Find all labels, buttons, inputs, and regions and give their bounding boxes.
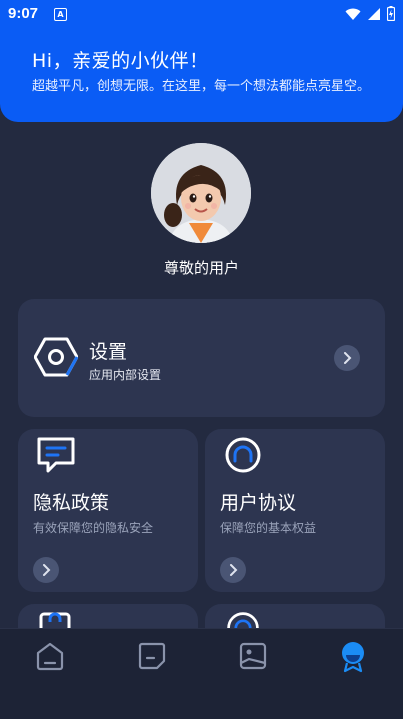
settings-subtitle: 应用内部设置: [89, 368, 162, 382]
nav-gallery[interactable]: [238, 641, 268, 671]
system-icons: [345, 6, 395, 21]
battery-icon: [387, 6, 395, 21]
wifi-icon: [345, 8, 361, 20]
chevron-right-icon: [230, 564, 238, 576]
nav-home[interactable]: [35, 641, 65, 671]
signal-icon: [368, 7, 380, 20]
note-icon: [138, 642, 166, 670]
user-agreement-subtitle: 保障您的基本权益: [220, 521, 317, 535]
privacy-policy-title: 隐私政策: [33, 492, 110, 514]
gallery-icon: [239, 642, 267, 670]
status-time: 9:07: [8, 5, 39, 22]
user-agreement-title: 用户协议: [220, 492, 297, 514]
settings-hexagon-icon: [34, 337, 78, 377]
message-icon: [37, 437, 75, 473]
avatar[interactable]: [151, 143, 251, 243]
nav-note[interactable]: [137, 641, 167, 671]
privacy-policy-card[interactable]: 隐私政策 有效保障您的隐私安全: [18, 429, 198, 592]
bottom-nav: [0, 628, 403, 719]
settings-chevron-button[interactable]: [334, 345, 360, 371]
notification-icon: A: [54, 8, 67, 21]
chevron-right-icon: [344, 352, 352, 364]
headset-icon: [225, 437, 261, 473]
privacy-policy-chevron-button[interactable]: [33, 557, 59, 583]
user-agreement-card[interactable]: 用户协议 保障您的基本权益: [205, 429, 385, 592]
username: 尊敬的用户: [163, 259, 239, 277]
user-agreement-chevron-button[interactable]: [220, 557, 246, 583]
home-icon: [36, 642, 64, 671]
settings-card[interactable]: 设置 应用内部设置: [18, 299, 385, 417]
chevron-right-icon: [43, 564, 51, 576]
privacy-policy-subtitle: 有效保障您的隐私安全: [33, 521, 154, 535]
nav-profile[interactable]: [338, 641, 368, 673]
profile-icon: [342, 642, 364, 673]
settings-title: 设置: [89, 341, 128, 363]
avatar-image: [151, 143, 251, 243]
status-bar: 9:07 A: [0, 0, 403, 28]
header-subtitle: 超越平凡，创想无限。在这里，每一个想法都能点亮星空。: [32, 79, 371, 94]
header-title: Hi，亲爱的小伙伴！: [32, 50, 209, 72]
